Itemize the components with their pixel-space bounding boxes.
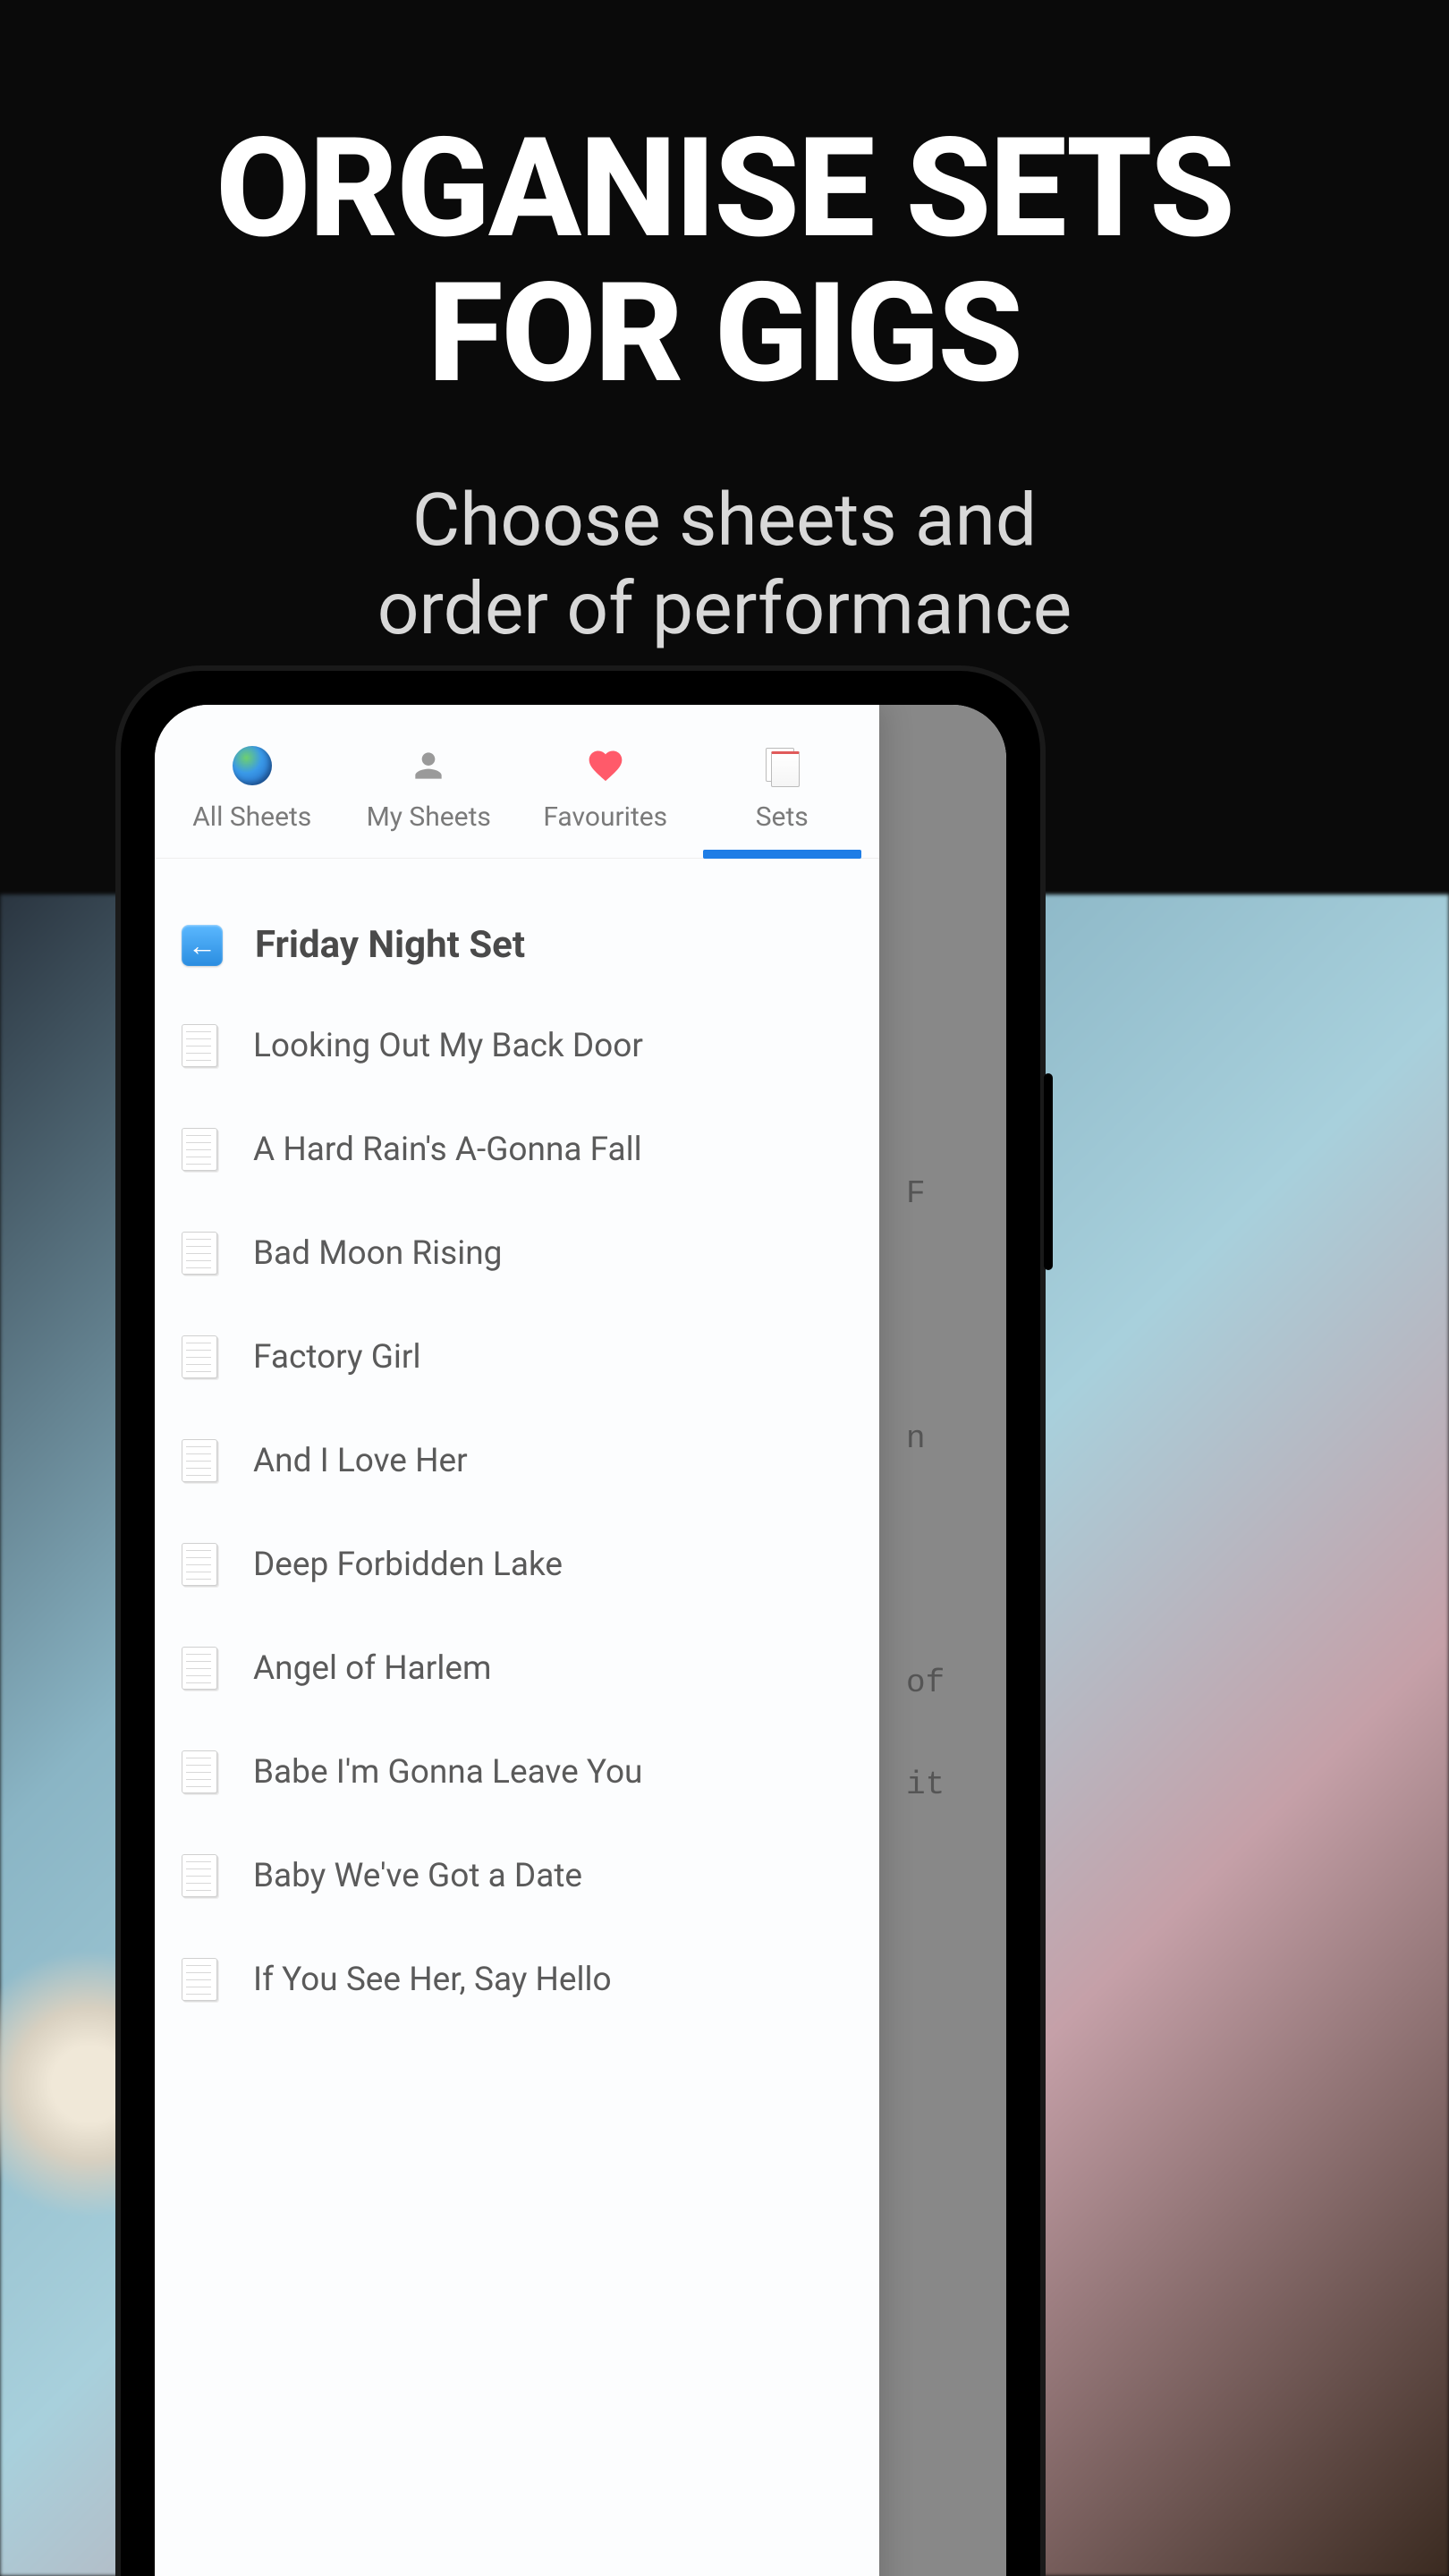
background-content-dimmed: F n of it xyxy=(879,705,1006,2576)
list-item[interactable]: Angel of Harlem xyxy=(182,1616,852,1720)
list-item[interactable]: Baby We've Got a Date xyxy=(182,1824,852,1928)
tab-sets[interactable]: Sets xyxy=(694,741,871,858)
list-item[interactable]: Deep Forbidden Lake xyxy=(182,1513,852,1616)
sheet-icon xyxy=(182,1232,217,1275)
set-header-row[interactable]: ← Friday Night Set xyxy=(155,859,879,994)
back-arrow-icon[interactable]: ← xyxy=(182,925,223,966)
sheet-icon xyxy=(182,1958,217,2001)
tab-label: My Sheets xyxy=(341,801,518,833)
song-list: Looking Out My Back Door A Hard Rain's A… xyxy=(155,994,879,2031)
marketing-title: ORGANISE SETS FOR GIGS xyxy=(0,116,1449,405)
tab-all-sheets[interactable]: All Sheets xyxy=(164,741,341,858)
marketing-header: ORGANISE SETS FOR GIGS Choose sheets and… xyxy=(0,0,1449,653)
sheet-icon xyxy=(182,1543,217,1586)
bg-text: n xyxy=(906,1397,1006,1481)
sheet-icon xyxy=(182,1024,217,1067)
set-title: Friday Night Set xyxy=(255,923,525,967)
person-icon xyxy=(341,741,518,791)
tab-bar: All Sheets My Sheets Favourites xyxy=(155,705,879,859)
list-item[interactable]: Factory Girl xyxy=(182,1305,852,1409)
documents-stack-icon xyxy=(762,746,801,785)
list-item[interactable]: And I Love Her xyxy=(182,1409,852,1513)
sheet-icon xyxy=(182,1647,217,1690)
sheet-icon xyxy=(182,1335,217,1378)
heart-icon xyxy=(517,741,694,791)
song-title: Angel of Harlem xyxy=(253,1649,491,1688)
bg-text: of xyxy=(906,1641,1006,1725)
tab-label: Favourites xyxy=(517,801,694,833)
sheet-icon xyxy=(182,1854,217,1897)
list-item[interactable]: Babe I'm Gonna Leave You xyxy=(182,1720,852,1824)
tab-my-sheets[interactable]: My Sheets xyxy=(341,741,518,858)
subtitle-line-1: Choose sheets and xyxy=(412,478,1037,564)
title-line-2: FOR GIGS xyxy=(428,252,1021,414)
sheet-icon xyxy=(182,1439,217,1482)
tab-label: Sets xyxy=(694,801,871,833)
tab-favourites[interactable]: Favourites xyxy=(517,741,694,858)
song-title: Deep Forbidden Lake xyxy=(253,1546,563,1584)
bg-text: F xyxy=(906,1152,1006,1236)
marketing-subtitle: Choose sheets and order of performance xyxy=(0,477,1449,653)
sheet-icon xyxy=(182,1750,217,1793)
active-tab-indicator xyxy=(703,850,862,859)
subtitle-line-2: order of performance xyxy=(377,566,1072,652)
title-line-1: ORGANISE SETS xyxy=(216,107,1233,269)
song-title: If You See Her, Say Hello xyxy=(253,1961,612,1999)
navigation-drawer: All Sheets My Sheets Favourites xyxy=(155,705,879,2576)
phone-screen: F n of it All Sheets xyxy=(155,705,1006,2576)
song-title: A Hard Rain's A-Gonna Fall xyxy=(253,1131,642,1169)
phone-device: F n of it All Sheets xyxy=(121,671,1040,2576)
song-title: Factory Girl xyxy=(253,1338,420,1377)
song-title: Looking Out My Back Door xyxy=(253,1027,643,1065)
list-item[interactable]: If You See Her, Say Hello xyxy=(182,1928,852,2031)
sheet-icon xyxy=(182,1128,217,1171)
song-title: And I Love Her xyxy=(253,1442,468,1480)
song-title: Baby We've Got a Date xyxy=(253,1857,582,1895)
song-title: Babe I'm Gonna Leave You xyxy=(253,1753,642,1792)
tab-label: All Sheets xyxy=(164,801,341,833)
song-title: Bad Moon Rising xyxy=(253,1234,502,1273)
list-item[interactable]: Looking Out My Back Door xyxy=(182,994,852,1097)
globe-icon xyxy=(233,746,272,785)
bg-text: it xyxy=(906,1743,1006,1827)
list-item[interactable]: A Hard Rain's A-Gonna Fall xyxy=(182,1097,852,1201)
list-item[interactable]: Bad Moon Rising xyxy=(182,1201,852,1305)
